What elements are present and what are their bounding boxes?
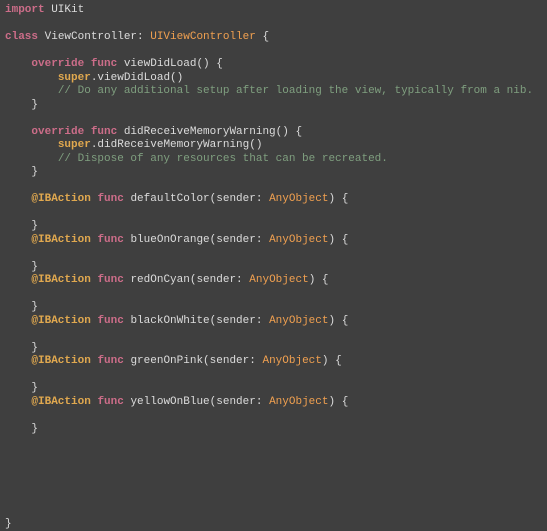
code-line: } [0, 261, 547, 275]
code-line: @IBAction func redOnCyan(sender: AnyObje… [0, 274, 547, 288]
code-line [0, 207, 547, 221]
code-line: } [0, 220, 547, 234]
code-line: @IBAction func defaultColor(sender: AnyO… [0, 193, 547, 207]
code-line [0, 112, 547, 126]
code-editor[interactable]: import UIKit class ViewController: UIVie… [0, 4, 547, 531]
code-line: @IBAction func greenOnPink(sender: AnyOb… [0, 355, 547, 369]
code-line: } [0, 99, 547, 113]
code-line: @IBAction func blueOnOrange(sender: AnyO… [0, 234, 547, 248]
code-line: @IBAction func blackOnWhite(sender: AnyO… [0, 315, 547, 329]
code-line: } [0, 166, 547, 180]
code-line [0, 18, 547, 32]
code-line: // Dispose of any resources that can be … [0, 153, 547, 167]
code-line: override func didReceiveMemoryWarning() … [0, 126, 547, 140]
code-line [0, 288, 547, 302]
code-line [0, 369, 547, 383]
code-line [0, 450, 547, 464]
code-line: import UIKit [0, 4, 547, 18]
code-line [0, 437, 547, 451]
code-line [0, 247, 547, 261]
code-line: class ViewController: UIViewController { [0, 31, 547, 45]
code-line: } [0, 342, 547, 356]
code-line: } [0, 518, 547, 531]
code-line [0, 409, 547, 423]
code-line: super.didReceiveMemoryWarning() [0, 139, 547, 153]
code-line: } [0, 423, 547, 437]
code-line: super.viewDidLoad() [0, 72, 547, 86]
code-line [0, 477, 547, 491]
code-line [0, 464, 547, 478]
code-line [0, 328, 547, 342]
code-line [0, 180, 547, 194]
code-line: override func viewDidLoad() { [0, 58, 547, 72]
code-line [0, 491, 547, 505]
code-line: @IBAction func yellowOnBlue(sender: AnyO… [0, 396, 547, 410]
code-line: // Do any additional setup after loading… [0, 85, 547, 99]
code-line [0, 45, 547, 59]
code-line [0, 504, 547, 518]
code-line: } [0, 382, 547, 396]
code-line: } [0, 301, 547, 315]
